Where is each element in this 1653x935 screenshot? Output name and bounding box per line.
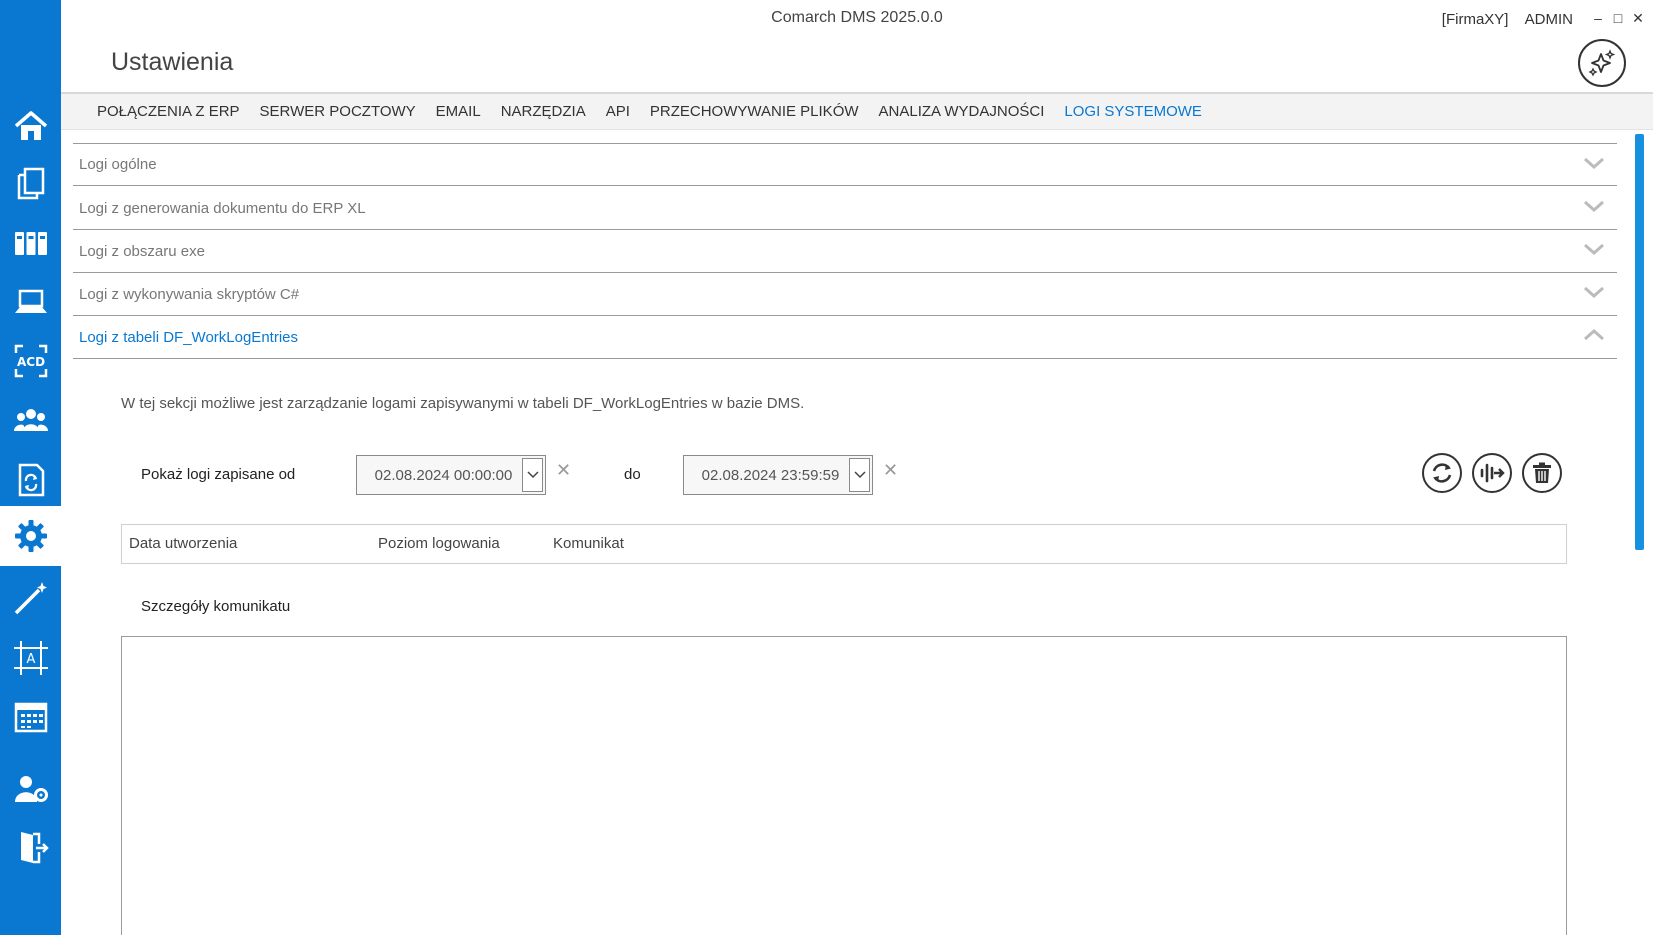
minimize-button[interactable]: – bbox=[1591, 10, 1605, 27]
delete-logs-button[interactable] bbox=[1522, 453, 1562, 493]
tab-email[interactable]: EMAIL bbox=[436, 103, 481, 120]
title-bar: Comarch DMS 2025.0.0 [FirmaXY] ADMIN – □… bbox=[61, 0, 1653, 40]
column-log-level[interactable]: Poziom logowania bbox=[378, 535, 500, 552]
from-date-label: Pokaż logi zapisane od bbox=[141, 466, 296, 483]
tab-file-storage[interactable]: PRZECHOWYWANIE PLIKÓW bbox=[650, 103, 859, 120]
sidebar-item-document-sync[interactable] bbox=[0, 450, 61, 510]
tab-mail-server[interactable]: SERWER POCZTOWY bbox=[260, 103, 416, 120]
from-date-picker[interactable]: 02.08.2024 00:00:00 bbox=[356, 455, 546, 495]
to-date-picker[interactable]: 02.08.2024 23:59:59 bbox=[683, 455, 873, 495]
sidebar-item-settings[interactable] bbox=[0, 506, 61, 566]
section-label: Logi z generowania dokumentu do ERP XL bbox=[79, 199, 366, 217]
sidebar-item-wizard[interactable] bbox=[0, 568, 61, 628]
section-description: W tej sekcji możliwe jest zarządzanie lo… bbox=[121, 395, 805, 412]
section-label: Logi z obszaru exe bbox=[79, 242, 205, 260]
section-label: Logi z tabeli DF_WorkLogEntries bbox=[79, 328, 298, 346]
tab-performance-analysis[interactable]: ANALIZA WYDAJNOŚCI bbox=[879, 103, 1045, 120]
ocr-icon: ACD bbox=[14, 344, 47, 378]
column-message[interactable]: Komunikat bbox=[553, 535, 624, 552]
sparkles-icon bbox=[1588, 49, 1616, 77]
tab-tools[interactable]: NARZĘDZIA bbox=[501, 103, 586, 120]
tab-erp-connections[interactable]: POŁĄCZENIA Z ERP bbox=[97, 103, 240, 120]
page-title: Ustawienia bbox=[111, 48, 234, 76]
designer-icon: A bbox=[13, 641, 48, 675]
sidebar-item-workstation[interactable] bbox=[0, 272, 61, 332]
section-worklog-entries[interactable]: Logi z tabeli DF_WorkLogEntries bbox=[73, 316, 1617, 359]
message-details-field[interactable] bbox=[121, 636, 1567, 935]
section-label: Logi ogólne bbox=[79, 156, 157, 173]
column-created-date[interactable]: Data utworzenia bbox=[129, 535, 237, 552]
to-date-value: 02.08.2024 23:59:59 bbox=[701, 466, 840, 484]
section-erp-xl-logs[interactable]: Logi z generowania dokumentu do ERP XL bbox=[73, 187, 1617, 230]
repository-icon bbox=[14, 232, 47, 255]
svg-text:A: A bbox=[26, 652, 35, 667]
settings-icon bbox=[14, 520, 47, 552]
sidebar-item-designer[interactable]: A bbox=[0, 628, 61, 688]
chevron-up-icon bbox=[1584, 328, 1604, 341]
chevron-down-icon bbox=[1584, 243, 1604, 256]
logout-icon bbox=[20, 832, 49, 864]
chevron-down-icon bbox=[1584, 286, 1604, 299]
section-exe-logs[interactable]: Logi z obszaru exe bbox=[73, 230, 1617, 273]
maximize-button[interactable]: □ bbox=[1611, 10, 1625, 27]
chevron-down-icon bbox=[853, 471, 866, 479]
svg-text:ACD: ACD bbox=[16, 355, 44, 369]
details-label: Szczegóły komunikatu bbox=[141, 598, 291, 615]
user-area: [FirmaXY] ADMIN bbox=[1442, 11, 1573, 28]
sidebar-item-users[interactable] bbox=[0, 391, 61, 451]
from-date-value: 02.08.2024 00:00:00 bbox=[374, 466, 513, 484]
company-name: [FirmaXY] bbox=[1441, 11, 1509, 28]
audio-export-icon bbox=[1480, 463, 1505, 483]
section-general-logs[interactable]: Logi ogólne bbox=[73, 143, 1617, 186]
document-sync-icon bbox=[18, 463, 44, 497]
user-name: ADMIN bbox=[1524, 11, 1573, 28]
to-date-dropdown[interactable] bbox=[849, 458, 870, 492]
refresh-button[interactable] bbox=[1422, 453, 1462, 493]
sidebar: ACD A bbox=[0, 0, 61, 935]
close-button[interactable]: ✕ bbox=[1631, 10, 1645, 27]
refresh-icon bbox=[1432, 463, 1452, 483]
documents-icon bbox=[17, 167, 44, 200]
tab-api[interactable]: API bbox=[606, 103, 630, 120]
section-label: Logi z wykonywania skryptów C# bbox=[79, 285, 300, 303]
sidebar-item-documents[interactable] bbox=[0, 153, 61, 213]
sidebar-item-repository[interactable] bbox=[0, 213, 61, 273]
users-icon bbox=[13, 409, 48, 431]
chevron-down-icon bbox=[1584, 200, 1604, 213]
export-logs-button[interactable] bbox=[1472, 453, 1512, 493]
home-icon bbox=[14, 111, 47, 140]
calendar-icon bbox=[14, 702, 47, 733]
settings-tabs: POŁĄCZENIA Z ERP SERWER POCZTOWY EMAIL N… bbox=[61, 92, 1653, 130]
sidebar-item-ocr[interactable]: ACD bbox=[0, 331, 61, 391]
sidebar-item-logout[interactable] bbox=[0, 818, 61, 878]
vertical-scrollbar[interactable] bbox=[1635, 134, 1644, 550]
sidebar-item-home[interactable] bbox=[0, 96, 61, 156]
workstation-icon bbox=[14, 289, 47, 313]
tab-system-logs[interactable]: LOGI SYSTEMOWE bbox=[1064, 103, 1202, 120]
to-date-label: do bbox=[624, 466, 641, 483]
trash-icon bbox=[1533, 462, 1551, 483]
chevron-down-icon bbox=[1584, 157, 1604, 170]
logs-grid-header: Data utworzenia Poziom logowania Komunik… bbox=[121, 524, 1567, 564]
window-controls: – □ ✕ bbox=[1591, 10, 1645, 27]
app-title: Comarch DMS 2025.0.0 bbox=[771, 9, 943, 26]
clear-from-date-button[interactable]: ✕ bbox=[556, 460, 571, 481]
ai-assistant-button[interactable] bbox=[1578, 39, 1626, 87]
wizard-icon bbox=[14, 582, 47, 615]
chevron-down-icon bbox=[526, 471, 539, 479]
clear-to-date-button[interactable]: ✕ bbox=[883, 460, 898, 481]
from-date-dropdown[interactable] bbox=[522, 458, 543, 492]
sidebar-item-calendar[interactable] bbox=[0, 687, 61, 747]
sidebar-item-admin-settings[interactable] bbox=[0, 759, 61, 819]
section-csharp-logs[interactable]: Logi z wykonywania skryptów C# bbox=[73, 273, 1617, 316]
admin-settings-icon bbox=[14, 776, 48, 802]
